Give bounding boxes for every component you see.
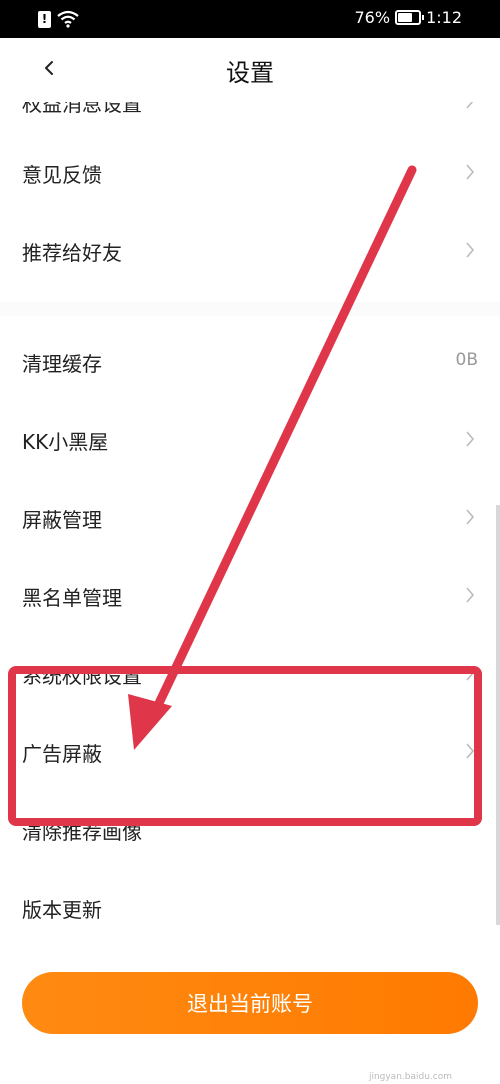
list-item-blackhouse[interactable]: KK小黑屋 [0,412,500,468]
section-divider [0,302,500,316]
settings-item-label: 意见反馈 [22,163,102,187]
sim-alert-icon: ! [38,10,51,28]
list-item-version-update[interactable]: 版本更新 [0,880,500,936]
settings-item-label: 清除推荐画像 [22,820,142,844]
wifi-icon [57,10,79,28]
list-item-feedback[interactable]: 意见反馈 [0,145,500,201]
chevron-right-icon [466,587,475,603]
list-item-recommend[interactable]: 推荐给好友 [0,223,500,279]
status-right: 76% 1:12 [355,8,463,27]
settings-item-label: 版本更新 [22,898,102,922]
scrollbar[interactable] [496,505,500,925]
chevron-right-icon [466,665,475,681]
list-item-clear-profile[interactable]: 清除推荐画像 [0,802,500,858]
list-item-blacklist[interactable]: 黑名单管理 [0,568,500,624]
battery-percent: 76% [354,8,391,27]
settings-item-label: 系统权限设置 [22,664,142,688]
chevron-right-icon [466,509,475,525]
settings-item-label: 清理缓存 [22,352,102,376]
page-title: 设置 [226,59,274,87]
settings-item-label: 屏蔽管理 [22,508,102,532]
settings-item-label: 推荐给好友 [22,241,122,265]
chevron-right-icon [466,743,475,759]
header: 设置 [0,38,500,102]
chevron-right-icon [466,431,475,447]
status-bar: ! 76% 1:12 [0,0,500,38]
list-item-block-manage[interactable]: 屏蔽管理 [0,490,500,546]
settings-item-label: 广告屏蔽 [22,742,102,766]
battery-icon [395,10,425,25]
logout-button[interactable]: 退出当前账号 [22,972,478,1034]
baidu-jingyan-watermark: Bai du 经验 jingyan.baidu.com [369,1054,482,1082]
clock: 1:12 [426,8,462,27]
list-item-permissions[interactable]: 系统权限设置 [0,646,500,702]
status-left: ! [38,9,79,29]
chevron-right-icon [466,164,475,180]
list-item-clear-cache[interactable]: 清理缓存 0B [0,334,500,390]
settings-item-label: 黑名单管理 [22,586,122,610]
list-item-ad-block[interactable]: 广告屏蔽 [0,724,500,780]
cache-size-value: 0B [455,350,478,370]
chevron-right-icon [466,242,475,258]
settings-item-label: KK小黑屋 [22,430,109,454]
watermark-url: jingyan.baidu.com [368,1072,452,1082]
battery-fill [398,13,413,22]
